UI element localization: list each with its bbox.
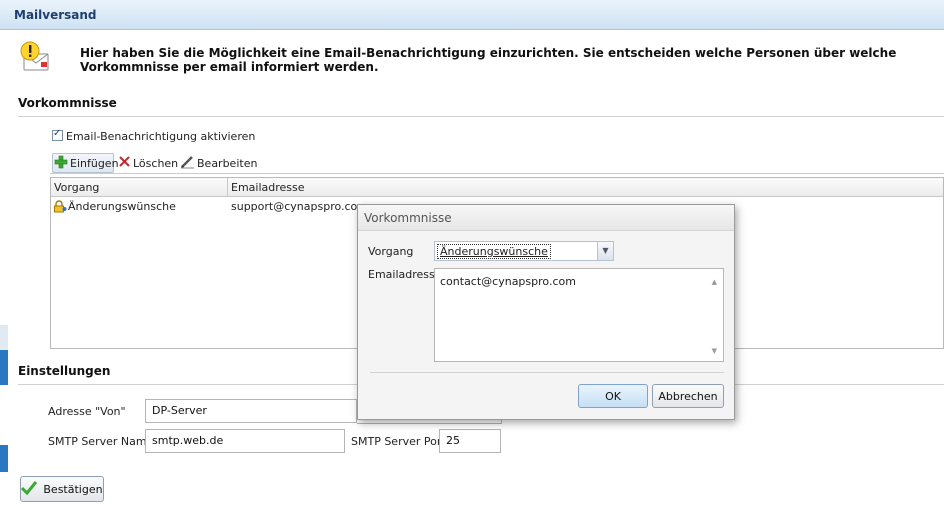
title-bar: Mailversand <box>0 0 944 30</box>
cancel-button[interactable]: Abbrechen <box>652 384 724 408</box>
column-separator[interactable] <box>227 178 228 197</box>
add-button[interactable]: Einfügen <box>54 155 119 172</box>
delete-button[interactable]: Löschen <box>118 155 178 171</box>
section-divider <box>18 116 944 117</box>
dialog-title: Vorkommnisse <box>364 211 452 225</box>
von-input[interactable]: DP-Server <box>145 399 357 423</box>
info-text: Hier haben Sie die Möglichkeit eine Emai… <box>80 46 897 74</box>
add-button-label: Einfügen <box>70 157 119 170</box>
edge-strip-gap <box>0 385 8 445</box>
dialog-title-bar[interactable]: Vorkommnisse <box>358 205 734 231</box>
grid-header <box>51 178 943 197</box>
checkmark-icon <box>21 480 38 498</box>
confirm-button-label: Bestätigen <box>43 482 103 496</box>
ok-button[interactable]: OK <box>578 384 648 408</box>
cancel-button-label: Abbrechen <box>658 389 718 403</box>
pencil-icon <box>180 155 195 172</box>
section-title-vorkommnisse: Vorkommnisse <box>18 96 117 110</box>
scroll-down-icon[interactable]: ▼ <box>712 347 717 355</box>
confirm-button[interactable]: Bestätigen <box>20 476 104 502</box>
vorgang-select-value: Änderungswünsche <box>437 244 551 259</box>
smtp-port-label: SMTP Server Port <box>351 435 446 448</box>
delete-x-icon <box>118 155 131 171</box>
smtp-port-input[interactable]: 25 <box>439 429 501 453</box>
smtp-name-label: SMTP Server Name <box>48 435 154 448</box>
delete-button-label: Löschen <box>133 156 179 170</box>
warning-mail-icon <box>18 40 52 74</box>
row-vorgang: Änderungswünsche <box>68 200 176 213</box>
von-label: Adresse "Von" <box>48 405 126 418</box>
edge-strip-light <box>0 325 8 353</box>
section-title-einstellungen: Einstellungen <box>18 364 111 378</box>
row-email: support@cynapspro.com <box>231 200 369 213</box>
dialog-divider <box>370 372 724 373</box>
von-input-tail <box>357 420 502 424</box>
column-header-vorgang[interactable]: Vorgang <box>54 181 99 194</box>
dialog-email-label: Emailadresse <box>368 268 442 281</box>
vorgang-select[interactable]: Änderungswünsche ▼ <box>434 241 614 261</box>
smtp-name-input[interactable]: smtp.web.de <box>145 429 345 453</box>
email-textarea-value: contact@cynapspro.com <box>440 275 576 288</box>
email-textarea[interactable]: contact@cynapspro.com ▲ ▼ <box>434 268 724 362</box>
ok-button-label: OK <box>605 389 621 403</box>
scroll-up-icon[interactable]: ▲ <box>712 278 717 286</box>
edit-button[interactable]: Bearbeiten <box>180 155 257 172</box>
page-title: Mailversand <box>14 8 97 22</box>
column-header-emailadresse[interactable]: Emailadresse <box>231 181 305 194</box>
edit-button-label: Bearbeiten <box>197 157 258 170</box>
email-notification-label: Email-Benachrichtigung aktivieren <box>66 130 256 143</box>
lock-user-icon <box>53 200 67 216</box>
plus-icon <box>54 155 68 172</box>
chevron-down-icon[interactable]: ▼ <box>597 242 613 260</box>
email-notification-checkbox[interactable] <box>52 128 63 141</box>
dialog-vorgang-label: Vorgang <box>368 245 414 258</box>
